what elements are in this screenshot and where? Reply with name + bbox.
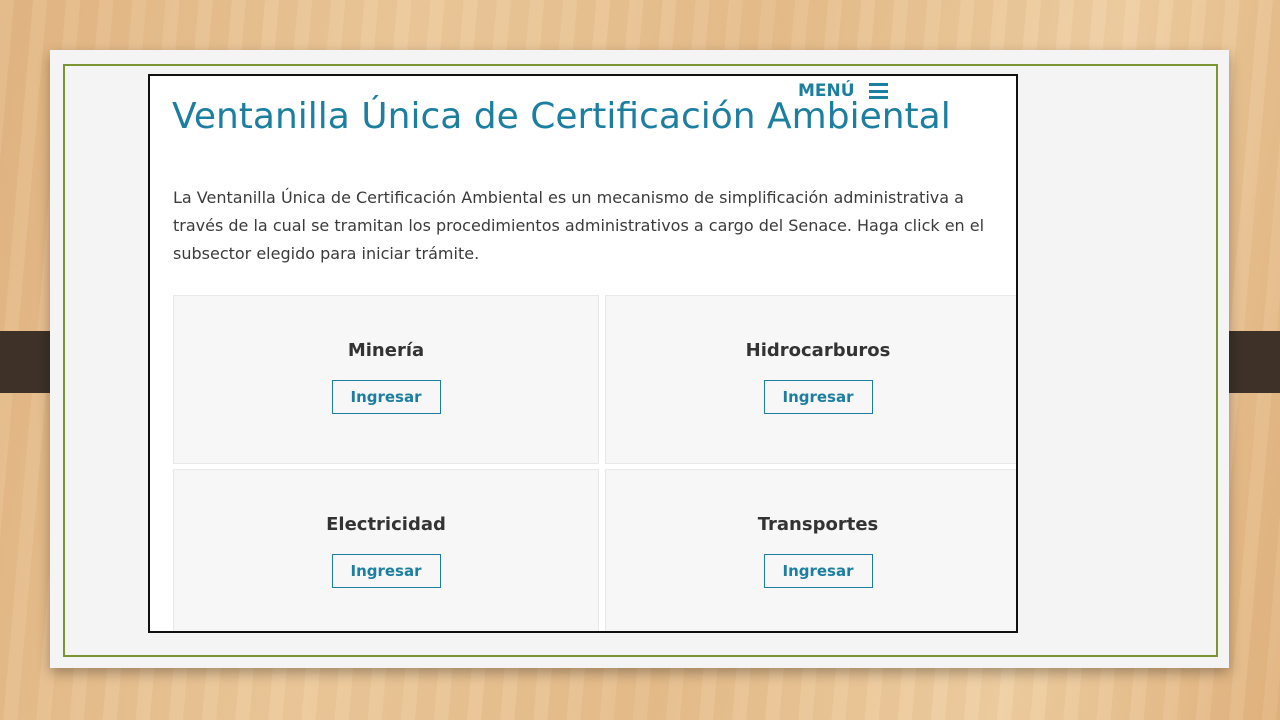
card-title: Minería: [347, 340, 425, 361]
card-title: Transportes: [757, 514, 879, 535]
card-electricidad: Electricidad Ingresar: [173, 469, 599, 631]
page-description: La Ventanilla Única de Certificación Amb…: [173, 188, 985, 263]
ingresar-button[interactable]: Ingresar: [331, 554, 441, 588]
page-title: Ventanilla Única de Certificación Ambien…: [172, 96, 951, 137]
card-mineria: Minería Ingresar: [173, 295, 599, 464]
card-hidrocarburos: Hidrocarburos Ingresar: [605, 295, 1016, 464]
slide: MENÚ Ventanilla Única de Certificación A…: [50, 50, 1229, 668]
ingresar-button[interactable]: Ingresar: [763, 380, 873, 414]
ingresar-button[interactable]: Ingresar: [331, 380, 441, 414]
card-transportes: Transportes Ingresar: [605, 469, 1016, 631]
card-title: Hidrocarburos: [745, 340, 891, 361]
website-screenshot: MENÚ Ventanilla Única de Certificación A…: [148, 74, 1018, 633]
ingresar-button[interactable]: Ingresar: [763, 554, 873, 588]
card-title: Electricidad: [326, 514, 446, 535]
